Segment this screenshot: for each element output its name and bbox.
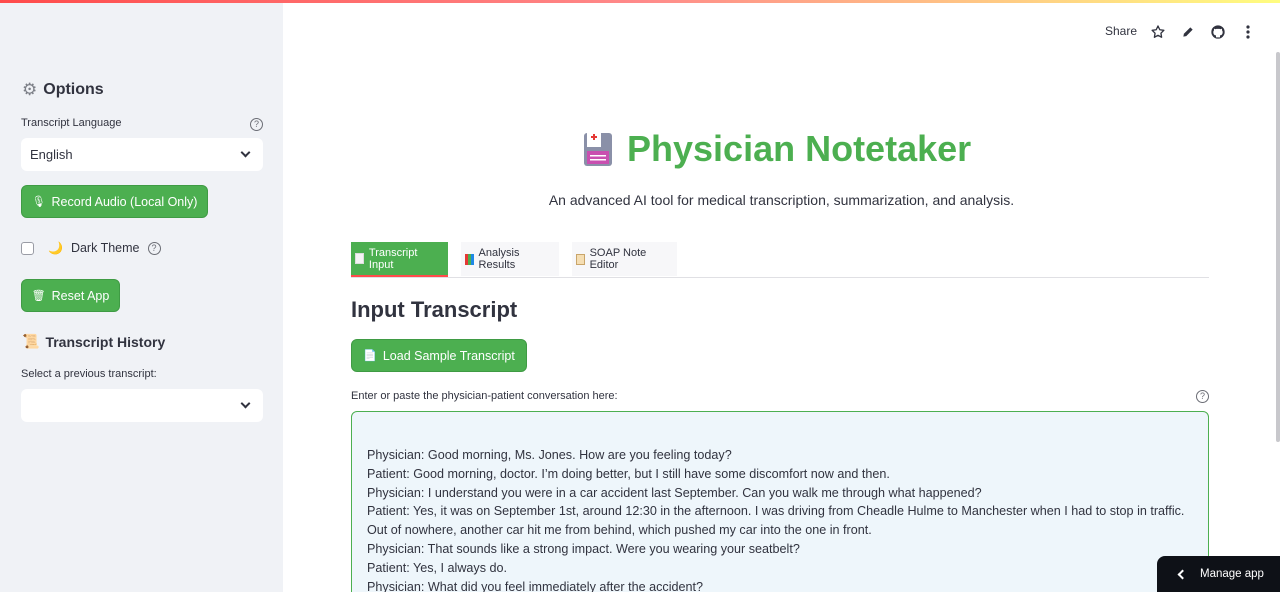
scrollbar[interactable] xyxy=(1276,52,1280,442)
sidebar-title: ⚙ Options xyxy=(22,80,104,99)
star-icon[interactable] xyxy=(1149,23,1167,41)
tab-soap-note-editor[interactable]: SOAP Note Editor xyxy=(572,242,677,276)
tab-bar: Transcript Input Analysis Results SOAP N… xyxy=(351,242,1209,278)
section-heading: Input Transcript xyxy=(351,297,518,322)
github-icon[interactable] xyxy=(1209,23,1227,41)
share-button[interactable]: Share xyxy=(1105,24,1137,38)
app-title: Physician Notetaker xyxy=(583,128,971,170)
chevron-down-icon xyxy=(240,147,251,158)
history-title: 📜 Transcript History xyxy=(22,333,166,350)
tab-analysis-results[interactable]: Analysis Results xyxy=(461,242,559,276)
help-icon[interactable]: ? xyxy=(250,118,263,131)
transcript-textarea[interactable]: Physician: Good morning, Ms. Jones. How … xyxy=(351,411,1209,592)
memo-icon xyxy=(355,253,364,264)
edit-icon[interactable] xyxy=(1179,23,1197,41)
history-label: Select a previous transcript: xyxy=(21,368,157,380)
gear-icon: ⚙ xyxy=(22,80,38,99)
dark-theme-checkbox[interactable] xyxy=(21,241,34,255)
sidebar: ⚙ Options Transcript Language ? English … xyxy=(0,0,283,592)
record-audio-button[interactable]: 🎙 Record Audio (Local Only) xyxy=(21,185,208,218)
page-subtitle: An advanced AI tool for medical transcri… xyxy=(548,192,1015,208)
document-icon: 📄 xyxy=(363,350,377,362)
microphone-icon: 🎙 xyxy=(31,196,46,208)
scroll-icon: 📜 xyxy=(22,333,40,349)
top-decoration-bar xyxy=(0,0,1280,3)
manage-app-button[interactable]: Manage app xyxy=(1157,556,1280,592)
load-sample-button[interactable]: 📄 Load Sample Transcript xyxy=(351,339,527,372)
bar-chart-icon xyxy=(465,253,474,265)
page-title: Physician Notetaker xyxy=(627,128,972,169)
language-label: Transcript Language xyxy=(21,117,122,129)
help-icon[interactable]: ? xyxy=(147,241,161,255)
transcript-textarea-label: Enter or paste the physician-patient con… xyxy=(351,390,618,402)
trash-icon: 🗑 xyxy=(31,290,46,302)
help-icon[interactable]: ? xyxy=(1196,390,1209,403)
moon-icon: 🌙 xyxy=(48,241,63,255)
chevron-left-icon xyxy=(1177,569,1188,579)
tab-transcript-input[interactable]: Transcript Input xyxy=(351,242,448,277)
app-header: Share xyxy=(283,3,1280,52)
reset-app-button[interactable]: 🗑 Reset App xyxy=(21,279,120,312)
clipboard-icon xyxy=(576,253,585,265)
history-select[interactable] xyxy=(21,389,263,422)
dark-theme-toggle[interactable]: 🌙 Dark Theme ? xyxy=(21,241,161,255)
more-icon[interactable] xyxy=(1239,23,1257,41)
main-content: Share Physician Notetaker An advanced AI… xyxy=(283,0,1280,592)
language-select[interactable]: English xyxy=(21,138,263,171)
floppy-disk-icon xyxy=(583,131,613,167)
chevron-down-icon xyxy=(240,398,251,409)
